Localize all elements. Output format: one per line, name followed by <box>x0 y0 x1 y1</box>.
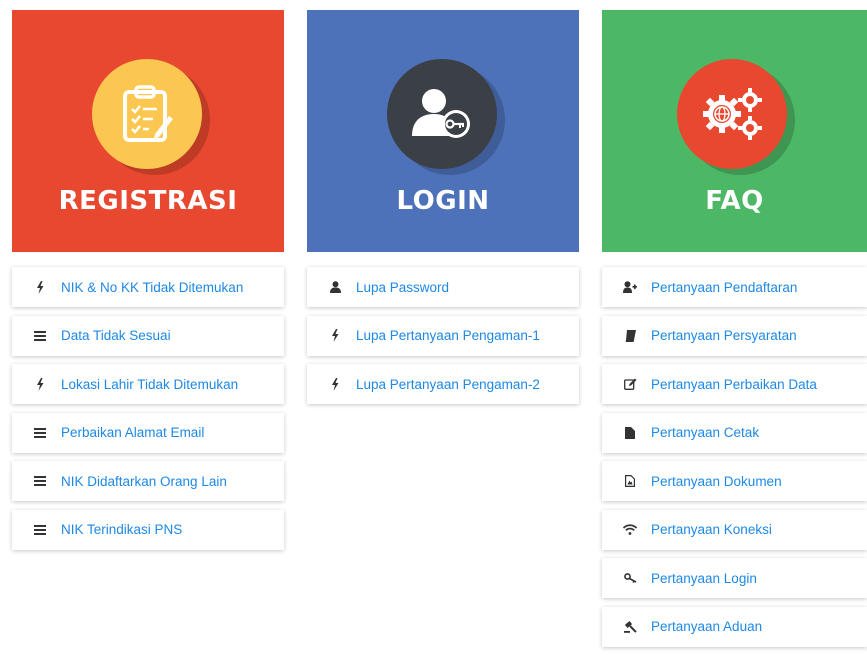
list-item-perbaikan-data[interactable]: Pertanyaan Perbaikan Data <box>602 364 867 404</box>
list-item-label: Lupa Pertanyaan Pengaman-1 <box>356 328 540 343</box>
list-item-dokumen[interactable]: Pertanyaan Dokumen <box>602 461 867 501</box>
list-item-nik-pns[interactable]: NIK Terindikasi PNS <box>12 509 284 550</box>
list-item-label: Pertanyaan Login <box>651 570 757 586</box>
list-item-label: NIK Terindikasi PNS <box>61 522 183 537</box>
registrasi-list: NIK & No KK Tidak Ditemukan Data Tidak S… <box>12 267 284 550</box>
login-title: LOGIN <box>396 186 490 216</box>
file-icon <box>623 426 637 440</box>
list-item-nik-didaftarkan[interactable]: NIK Didaftarkan Orang Lain <box>12 461 284 501</box>
book-icon <box>623 329 637 343</box>
list-item-label: Pertanyaan Persyaratan <box>651 328 797 343</box>
faq-tile[interactable]: FAQ <box>602 10 867 252</box>
list-item-perbaikan-email[interactable]: Perbaikan Alamat Email <box>12 412 284 453</box>
faq-list: Pertanyaan Pendaftaran Pertanyaan Persya… <box>602 267 867 647</box>
bolt-icon <box>33 377 47 391</box>
list-item-data-tidak-sesuai[interactable]: Data Tidak Sesuai <box>12 315 284 356</box>
user-key-icon <box>387 59 497 169</box>
edit-icon <box>623 377 637 391</box>
bars-icon <box>33 426 47 440</box>
list-item-lupa-pengaman-2[interactable]: Lupa Pertanyaan Pengaman-2 <box>307 364 579 404</box>
list-item-label: Pertanyaan Pendaftaran <box>651 279 798 295</box>
gavel-icon <box>623 620 637 634</box>
clipboard-icon <box>92 59 202 169</box>
list-item-label: Lokasi Lahir Tidak Ditemukan <box>61 376 239 392</box>
list-item-label: Pertanyaan Aduan <box>651 619 763 634</box>
list-item-label: Perbaikan Alamat Email <box>61 425 205 440</box>
list-item-pendaftaran[interactable]: Pertanyaan Pendaftaran <box>602 267 867 307</box>
list-item-lokasi-lahir[interactable]: Lokasi Lahir Tidak Ditemukan <box>12 364 284 404</box>
list-item-cetak[interactable]: Pertanyaan Cetak <box>602 412 867 453</box>
list-item-label: NIK & No KK Tidak Ditemukan <box>61 279 244 295</box>
user-plus-icon <box>623 280 637 294</box>
gears-icon <box>676 59 787 169</box>
login-column: LOGIN Lupa Password Lupa Pertanyaan Peng… <box>307 10 579 413</box>
login-list: Lupa Password Lupa Pertanyaan Pengaman-1… <box>307 267 579 404</box>
list-item-label: Pertanyaan Cetak <box>651 425 760 440</box>
list-item-lupa-password[interactable]: Lupa Password <box>307 267 579 307</box>
bars-icon <box>33 523 47 537</box>
list-item-label: Pertanyaan Koneksi <box>651 522 772 537</box>
list-item-label: Pertanyaan Dokumen <box>651 473 782 489</box>
list-item-label: Lupa Pertanyaan Pengaman-2 <box>356 376 540 392</box>
registrasi-title: REGISTRASI <box>58 186 238 216</box>
bolt-icon <box>33 280 47 294</box>
bars-icon <box>33 474 47 488</box>
list-item-lupa-pengaman-1[interactable]: Lupa Pertanyaan Pengaman-1 <box>307 315 579 356</box>
list-item-label: Pertanyaan Perbaikan Data <box>651 376 817 392</box>
registrasi-column: REGISTRASI NIK & No KK Tidak Ditemukan D… <box>12 10 284 558</box>
bolt-icon <box>328 377 342 391</box>
list-item-label: Data Tidak Sesuai <box>61 328 171 343</box>
list-item-label: NIK Didaftarkan Orang Lain <box>61 473 227 489</box>
list-item-label: Lupa Password <box>356 279 450 295</box>
login-tile[interactable]: LOGIN <box>307 10 579 252</box>
wifi-icon <box>623 523 637 537</box>
key-icon <box>623 571 637 585</box>
faq-title: FAQ <box>705 186 764 216</box>
list-item-persyaratan[interactable]: Pertanyaan Persyaratan <box>602 315 867 356</box>
registrasi-tile[interactable]: REGISTRASI <box>12 10 284 252</box>
user-icon <box>328 280 342 294</box>
list-item-nik-kk-tidak-ditemukan[interactable]: NIK & No KK Tidak Ditemukan <box>12 267 284 307</box>
bolt-icon <box>328 329 342 343</box>
list-item-aduan[interactable]: Pertanyaan Aduan <box>602 606 867 647</box>
list-item-login[interactable]: Pertanyaan Login <box>602 558 867 598</box>
bars-icon <box>33 329 47 343</box>
file-image-icon <box>623 474 637 488</box>
list-item-koneksi[interactable]: Pertanyaan Koneksi <box>602 509 867 550</box>
faq-column: FAQ Pertanyaan Pendaftaran Pertanyaan Pe… <box>602 10 867 655</box>
